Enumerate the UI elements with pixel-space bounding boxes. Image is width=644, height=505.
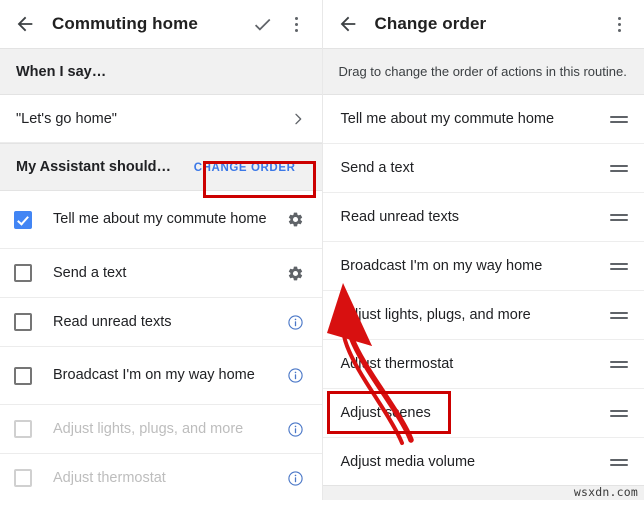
drag-hint-banner: Drag to change the order of actions in t… — [323, 48, 644, 95]
gear-icon[interactable] — [285, 211, 307, 228]
action-row[interactable]: Tell me about my commute home — [0, 191, 322, 249]
left-app-bar: Commuting home — [0, 0, 322, 48]
right-screen-change-order: Change order Drag to change the order of… — [322, 0, 644, 500]
drag-handle-icon[interactable] — [610, 312, 628, 319]
reorder-row[interactable]: Read unread texts — [323, 193, 644, 242]
action-row[interactable]: Send a text — [0, 249, 322, 298]
info-icon[interactable] — [285, 314, 307, 331]
drag-handle-icon[interactable] — [610, 214, 628, 221]
action-checkbox[interactable] — [14, 264, 32, 282]
reorder-row[interactable]: Send a text — [323, 144, 644, 193]
reorder-label: Send a text — [341, 160, 611, 176]
check-icon[interactable] — [246, 7, 280, 41]
reorder-label: Adjust lights, plugs, and more — [341, 307, 611, 323]
drag-handle-icon[interactable] — [610, 459, 628, 466]
drag-hint-text: Drag to change the order of actions in t… — [339, 64, 627, 79]
action-checkbox[interactable] — [14, 211, 32, 229]
page-title: Change order — [375, 14, 487, 34]
kebab-dots — [618, 17, 621, 32]
reorder-row[interactable]: Adjust scenes — [323, 389, 644, 438]
reorder-label: Adjust thermostat — [341, 356, 611, 372]
dual-screenshot-container: Commuting home When I say… "Let's go hom… — [0, 0, 644, 500]
actions-checklist: Tell me about my commute home Send a text… — [0, 191, 322, 500]
gear-icon[interactable] — [285, 265, 307, 282]
more-vert-icon[interactable] — [280, 7, 314, 41]
back-icon[interactable] — [8, 7, 42, 41]
drag-handle-icon[interactable] — [610, 410, 628, 417]
action-checkbox[interactable] — [14, 313, 32, 331]
reorder-row[interactable]: Adjust lights, plugs, and more — [323, 291, 644, 340]
action-row[interactable]: Broadcast I'm on my way home — [0, 347, 322, 405]
back-icon[interactable] — [331, 7, 365, 41]
reorder-label: Tell me about my commute home — [341, 111, 611, 127]
action-label: Adjust thermostat — [53, 470, 285, 487]
right-app-bar: Change order — [323, 0, 644, 48]
bottom-bar — [323, 485, 644, 500]
action-checkbox[interactable] — [14, 367, 32, 385]
more-vert-icon[interactable] — [602, 7, 636, 41]
reorder-row[interactable]: Adjust media volume — [323, 438, 644, 487]
drag-handle-icon[interactable] — [610, 165, 628, 172]
page-title: Commuting home — [52, 14, 198, 34]
trigger-phrase-row[interactable]: "Let's go home" — [0, 95, 322, 143]
reorder-list: Tell me about my commute home Send a text… — [323, 95, 644, 487]
drag-handle-icon[interactable] — [610, 263, 628, 270]
reorder-label: Adjust scenes — [341, 405, 611, 421]
info-icon[interactable] — [285, 367, 307, 384]
chevron-right-icon — [290, 111, 306, 127]
reorder-label: Read unread texts — [341, 209, 611, 225]
my-assistant-should-label: My Assistant should… — [16, 159, 184, 175]
kebab-dots — [295, 17, 298, 32]
reorder-label: Adjust media volume — [341, 454, 611, 470]
info-icon[interactable] — [285, 421, 307, 438]
my-assistant-should-section-header: My Assistant should… CHANGE ORDER — [0, 143, 322, 191]
action-row[interactable]: Read unread texts — [0, 298, 322, 347]
when-i-say-section-header: When I say… — [0, 48, 322, 95]
left-screen-routine-editor: Commuting home When I say… "Let's go hom… — [0, 0, 322, 500]
when-i-say-label: When I say… — [16, 64, 106, 80]
change-order-button[interactable]: CHANGE ORDER — [184, 152, 306, 182]
action-label: Adjust lights, plugs, and more — [53, 421, 285, 438]
action-label: Tell me about my commute home — [53, 211, 285, 228]
reorder-row[interactable]: Tell me about my commute home — [323, 95, 644, 144]
reorder-row[interactable]: Adjust thermostat — [323, 340, 644, 389]
action-row[interactable]: Adjust lights, plugs, and more — [0, 405, 322, 454]
action-checkbox[interactable] — [14, 469, 32, 487]
action-label: Read unread texts — [53, 314, 285, 331]
change-order-label: CHANGE ORDER — [194, 162, 296, 174]
action-checkbox[interactable] — [14, 420, 32, 438]
drag-handle-icon[interactable] — [610, 361, 628, 368]
reorder-label: Broadcast I'm on my way home — [341, 258, 611, 274]
action-label: Send a text — [53, 265, 285, 282]
trigger-phrase-text: "Let's go home" — [16, 111, 290, 127]
drag-handle-icon[interactable] — [610, 116, 628, 123]
info-icon[interactable] — [285, 470, 307, 487]
reorder-row[interactable]: Broadcast I'm on my way home — [323, 242, 644, 291]
action-row[interactable]: Adjust thermostat — [0, 454, 322, 500]
action-label: Broadcast I'm on my way home — [53, 367, 285, 384]
